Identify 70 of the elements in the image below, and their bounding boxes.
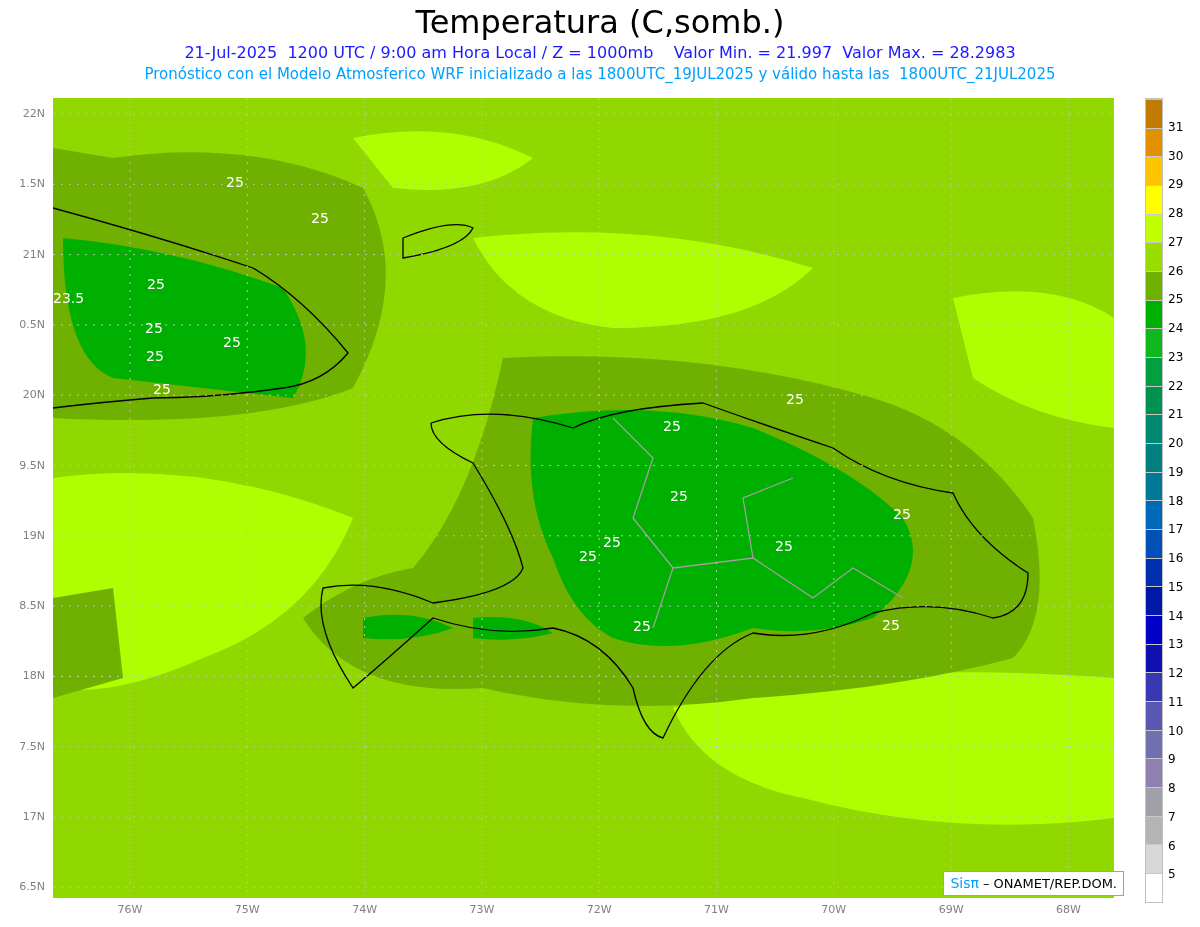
contour-label: 25 <box>633 618 651 634</box>
contour-label: 25 <box>603 534 621 550</box>
longitude-label: 75W <box>234 904 260 916</box>
scale-label: 18 <box>1168 493 1184 508</box>
scale-label: 16 <box>1168 551 1184 565</box>
longitude-label: 76W <box>117 904 143 916</box>
contour-label: 25 <box>223 334 241 350</box>
latitude-label: 17N <box>22 811 45 823</box>
latitude-label: 7.5N <box>19 740 45 753</box>
scale-label: 9 <box>1168 752 1176 767</box>
contour-label: 25 <box>153 381 171 397</box>
contour-label: 25 <box>579 548 597 564</box>
scale-label: 19 <box>1168 464 1184 479</box>
scale-label: 12 <box>1168 666 1184 680</box>
latitude-label: 1.5N <box>19 178 45 191</box>
contour-label: 25 <box>893 506 911 522</box>
latitude-label: 0.5N <box>19 318 45 331</box>
latitude-label: 6.5N <box>19 881 45 894</box>
contour-label: 25 <box>147 276 165 292</box>
scale-label: 13 <box>1168 637 1184 652</box>
scale-label: 25 <box>1168 292 1184 307</box>
latitude-label: 8.5N <box>19 600 45 613</box>
latitude-label: 22N <box>22 108 45 120</box>
contour-label: 23.5 <box>53 290 85 306</box>
longitude-label: 73W <box>469 904 495 916</box>
chart-subtitle: 21-Jul-2025 1200 UTC / 9:00 am Hora Local / Z = 1000mb Valor Min. = 21.997 Valor Max. = 28.2983 <box>184 42 1016 64</box>
latitude-label: 21N <box>22 248 45 261</box>
contour-label: 25 <box>786 391 804 407</box>
scale-label: 27 <box>1168 234 1184 249</box>
scale-label: 10 <box>1168 723 1184 738</box>
contour-label: 25 <box>882 617 900 633</box>
scale-label: 8 <box>1168 781 1176 795</box>
latitude-label: 20N <box>22 389 45 402</box>
model-info-text: Pronóstico con el Modelo Atmosferico WRF inicializado a las 1800UTC_19JUL2025 y válido hasta las 1800UTC_21JUL2025 <box>144 64 1056 84</box>
contour-label: 25 <box>145 320 163 336</box>
latitude-label: 18N <box>22 670 45 683</box>
scale-label: 7 <box>1168 809 1176 824</box>
scale-label: 31 <box>1168 119 1184 134</box>
contour-label: 25 <box>311 210 329 226</box>
latitude-label: 9.5N <box>19 459 45 472</box>
longitude-label: 71W <box>704 904 729 916</box>
scale-label: 6 <box>1168 838 1176 853</box>
scale-label: 24 <box>1168 321 1184 335</box>
credit-text: – ONAMET/REP.DOM. <box>982 874 1117 893</box>
scale-label: 30 <box>1168 148 1184 163</box>
contour-label: 25 <box>146 348 164 364</box>
scale-label: 22 <box>1168 378 1184 393</box>
scale-label: 11 <box>1168 694 1184 709</box>
scale-label: 14 <box>1168 608 1184 623</box>
latitude-label: 19N <box>22 529 45 542</box>
scale-label: 26 <box>1168 263 1184 278</box>
contour-label: 25 <box>775 538 793 554</box>
longitude-label: 70W <box>821 904 847 916</box>
longitude-label: 69W <box>938 904 964 916</box>
brand-logo: Sisπ <box>950 874 979 893</box>
chart-title: Temperatura (C,somb.) <box>415 2 785 42</box>
scale-label: 20 <box>1168 436 1184 450</box>
longitude-label: 72W <box>586 904 612 916</box>
scale-label: 21 <box>1168 407 1184 422</box>
scale-label: 5 <box>1168 867 1176 882</box>
scale-label: 23 <box>1168 349 1184 364</box>
longitude-label: 74W <box>352 904 378 916</box>
scale-label: 15 <box>1168 579 1184 594</box>
longitude-label: 68W <box>1055 904 1081 916</box>
contour-label: 25 <box>226 174 244 190</box>
scale-label: 28 <box>1168 206 1184 220</box>
scale-label: 29 <box>1168 177 1184 192</box>
contour-label: 25 <box>670 488 688 504</box>
scale-label: 17 <box>1168 522 1184 537</box>
contour-label: 25 <box>663 418 681 434</box>
